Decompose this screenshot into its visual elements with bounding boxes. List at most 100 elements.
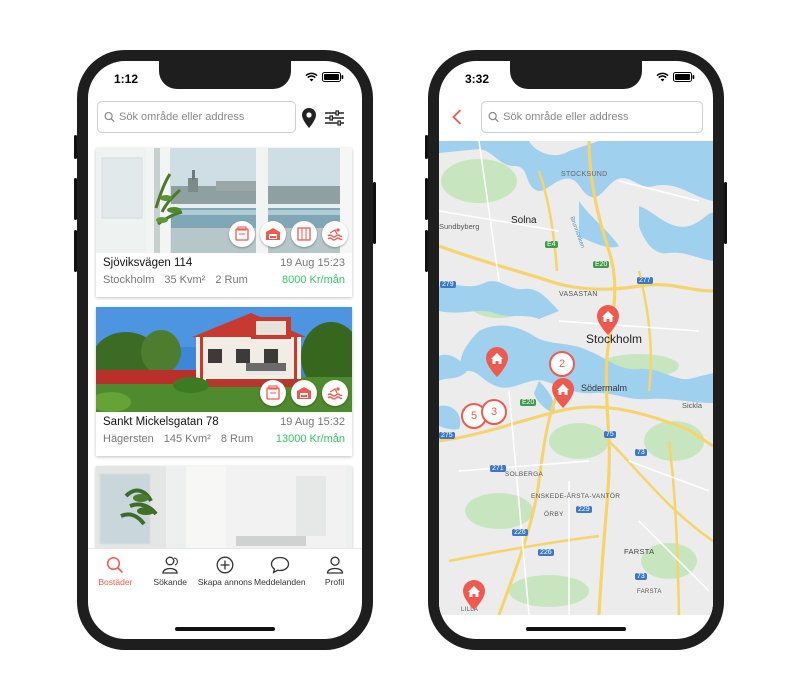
map-label-solna: Solna xyxy=(511,215,537,226)
tab-label: Skapa annons xyxy=(197,577,253,587)
back-button[interactable] xyxy=(449,107,465,127)
tab-meddelanden[interactable]: Meddelanden xyxy=(252,549,307,598)
listing-address: Sjöviksvägen 114 xyxy=(103,257,193,269)
amenity-icons xyxy=(260,380,348,406)
road-badge: 229 xyxy=(576,506,592,513)
listing-info: Sjöviksvägen 114 19 Aug 15:23 Stockholm 3… xyxy=(96,253,352,297)
power-button xyxy=(373,182,376,244)
road-badge: 277 xyxy=(637,277,653,284)
listing-card[interactable]: Sjöviksvägen 114 19 Aug 15:23 Stockholm 3… xyxy=(96,148,352,297)
road-badge: E20 xyxy=(520,399,537,406)
listing-date: 19 Aug 15:23 xyxy=(280,257,345,269)
interior-photo xyxy=(96,466,352,548)
map-label-enskede: ENSKEDE-ÅRSTA-VANTÖR xyxy=(531,493,621,500)
tab-sokande[interactable]: Sökande xyxy=(143,549,198,598)
listing-photo xyxy=(96,466,352,548)
garage-icon xyxy=(260,221,286,247)
house-pin-icon xyxy=(463,580,485,610)
listing-map-pin[interactable] xyxy=(485,346,509,383)
notch xyxy=(510,61,642,89)
users-icon xyxy=(162,556,179,574)
listing-map-pin[interactable] xyxy=(462,579,486,615)
listing-info: Sankt Mickelsgatan 78 19 Aug 15:32 Häger… xyxy=(96,412,352,456)
search-icon xyxy=(104,111,115,123)
chat-bubble-icon xyxy=(270,556,289,574)
house-pin-icon xyxy=(552,378,574,408)
washing-machine-icon xyxy=(260,380,286,406)
phone-frame-map: 3:32 Sök område eller address E4 E20 277… xyxy=(425,50,727,650)
listing-price: 13000 Kr/mån xyxy=(275,433,345,445)
mute-switch xyxy=(425,135,428,159)
road-badge: 271 xyxy=(490,465,506,472)
wifi-icon xyxy=(656,72,669,82)
volume-down-button xyxy=(425,230,428,272)
tab-profil[interactable]: Profil xyxy=(307,549,362,598)
listings-screen: 1:12 Sök område eller address Sjöviksväg… xyxy=(88,61,362,639)
battery-icon xyxy=(322,72,344,82)
search-input[interactable] xyxy=(119,111,295,123)
screenshot-stage: 1:12 Sök område eller address Sjöviksväg… xyxy=(0,0,800,700)
listing-rooms: 2 Rum xyxy=(215,274,248,286)
search-input[interactable] xyxy=(503,111,702,123)
status-icons xyxy=(656,72,695,82)
road-badge: 75 xyxy=(604,431,616,438)
road-badge: 279 xyxy=(440,281,456,288)
listing-city: Stockholm xyxy=(103,274,155,286)
listing-card[interactable] xyxy=(96,466,352,548)
house-pin-icon xyxy=(486,347,508,377)
road-badge: E4 xyxy=(545,241,558,248)
listing-price: 8000 Kr/mån xyxy=(282,274,345,286)
sliders-icon xyxy=(324,110,344,126)
listing-map-pin[interactable] xyxy=(596,304,620,341)
map-label-stocksund: STOCKSUND xyxy=(561,171,608,178)
map-label-solberga: SOLBERGA xyxy=(505,471,544,478)
road-badge: 73 xyxy=(635,449,647,456)
volume-up-button xyxy=(425,178,428,220)
home-indicator xyxy=(526,627,626,631)
map-label-orby: ÖRBY xyxy=(544,511,564,518)
listing-card[interactable]: Sankt Mickelsgatan 78 19 Aug 15:32 Häger… xyxy=(96,307,352,456)
battery-icon xyxy=(673,72,695,82)
road-badge: 226 xyxy=(538,549,554,556)
filter-button[interactable] xyxy=(324,109,344,127)
search-bar[interactable] xyxy=(481,101,703,133)
listing-map-pin[interactable] xyxy=(551,377,575,414)
map-label-sodermalm: Södermalm xyxy=(581,383,628,393)
road-badge: E20 xyxy=(593,261,610,268)
search-bar[interactable] xyxy=(97,101,296,133)
cluster-marker[interactable]: 3 xyxy=(481,399,507,425)
home-indicator xyxy=(175,627,275,631)
listing-photo xyxy=(96,307,352,412)
tab-skapa-annons[interactable]: Skapa annons xyxy=(198,549,253,598)
listing-date: 19 Aug 15:32 xyxy=(280,416,345,428)
washing-machine-icon xyxy=(229,221,255,247)
map-base xyxy=(439,141,713,615)
search-icon xyxy=(107,556,124,574)
cluster-marker[interactable]: 2 xyxy=(549,351,575,377)
listing-size: 145 Kvm² xyxy=(163,433,211,445)
listing-size: 35 Kvm² xyxy=(164,274,206,286)
road-badge: 226 xyxy=(512,529,528,536)
volume-up-button xyxy=(74,178,77,220)
listing-address: Sankt Mickelsgatan 78 xyxy=(103,416,219,428)
listing-photo xyxy=(96,148,352,253)
tab-label: Profil xyxy=(324,577,345,587)
tab-label: Meddelanden xyxy=(254,577,306,587)
plus-circle-icon xyxy=(216,556,234,574)
road-badge: 275 xyxy=(439,432,455,439)
map-view[interactable]: E4 E20 277 279 E20 275 75 73 271 229 226… xyxy=(439,141,713,615)
map-pin-button[interactable] xyxy=(301,107,317,129)
status-icons xyxy=(305,72,344,82)
garage-icon xyxy=(291,380,317,406)
status-time: 3:32 xyxy=(465,72,490,86)
tab-bostader[interactable]: Bostäder xyxy=(88,549,143,598)
map-label-vasastan: VASASTAN xyxy=(559,291,598,298)
wardrobe-icon xyxy=(291,221,317,247)
map-label-farsta: FARSTA xyxy=(624,547,655,556)
map-pin-icon xyxy=(302,108,316,128)
road-badge: 73 xyxy=(635,573,647,580)
tab-label: Sökande xyxy=(153,577,187,587)
pool-icon xyxy=(322,221,348,247)
map-screen: 3:32 Sök område eller address E4 E20 277… xyxy=(439,61,713,639)
phone-frame-listings: 1:12 Sök område eller address Sjöviksväg… xyxy=(74,50,376,650)
